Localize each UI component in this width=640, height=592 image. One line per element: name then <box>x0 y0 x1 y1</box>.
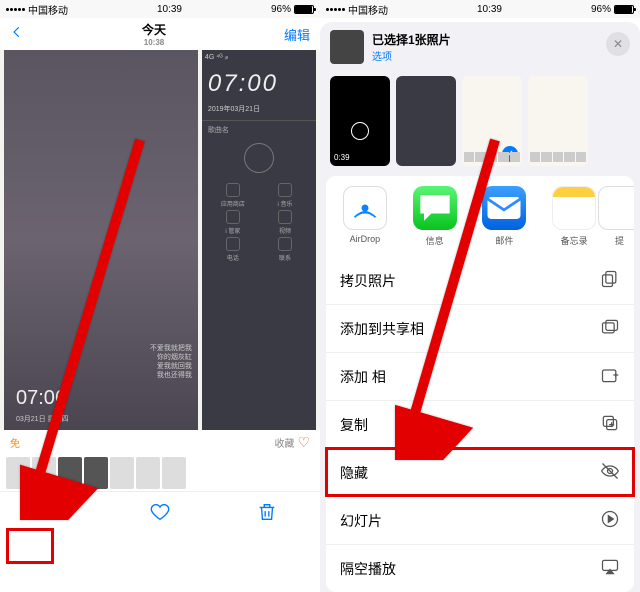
messages-app[interactable]: 信息 <box>400 186 470 247</box>
action-shared-album[interactable]: 添加到共享相 <box>326 304 634 352</box>
collect-button[interactable]: 收藏♡ <box>274 434 310 451</box>
messages-icon <box>413 186 457 230</box>
record-icon <box>351 122 369 140</box>
thumbnail[interactable] <box>58 457 82 489</box>
preview-video[interactable]: 0:39 <box>330 76 390 166</box>
annotation-highlight-share <box>6 528 54 564</box>
mail-icon <box>482 186 526 230</box>
status-bar: 中国移动 10:39 96% <box>320 0 640 18</box>
sheet-header: 已选择1张照片 选项 ✕ <box>320 22 640 72</box>
favorite-button[interactable] <box>149 501 171 528</box>
thumbnail[interactable] <box>84 457 108 489</box>
preview-photo[interactable] <box>528 76 588 166</box>
thumbnail[interactable] <box>6 457 30 489</box>
nav-title: 今天 10:38 <box>142 21 166 47</box>
phone-left: 中国移动 10:39 96% 今天 10:38 编辑 4G ⁴ᴳ <box>0 0 320 570</box>
action-airplay[interactable]: 隔空播放 <box>326 544 634 592</box>
photo-main: 4G ⁴ᴳ ᵢₗₗ 不爱我就把我 你的烟灰缸 爱我就回我 我也还得我 07:06… <box>4 50 198 430</box>
sheet-options[interactable]: 选项 <box>372 48 451 63</box>
status-time: 10:39 <box>477 4 502 15</box>
battery-icon <box>614 5 634 14</box>
preview-photo[interactable] <box>396 76 456 166</box>
signal-icon <box>6 8 25 11</box>
thumbnail[interactable] <box>162 457 186 489</box>
status-time: 10:39 <box>157 4 182 15</box>
airplay-icon <box>600 557 620 580</box>
signal-icon <box>326 8 345 11</box>
action-slideshow[interactable]: 幻灯片 <box>326 496 634 544</box>
battery-pct: 96% <box>591 4 611 15</box>
sheet-title: 已选择1张照片 <box>372 31 451 48</box>
back-button[interactable] <box>10 25 24 44</box>
delete-button[interactable] <box>256 501 278 528</box>
share-sheet: 已选择1张照片 选项 ✕ 0:39 ✓ <box>320 22 640 592</box>
more-icon <box>598 186 634 230</box>
heart-icon: ♡ <box>297 434 310 451</box>
action-copy-photo[interactable]: 拷贝照片 <box>326 257 634 304</box>
app-row: AirDrop 信息 邮件 备忘录 提 <box>326 176 634 257</box>
more-app[interactable]: 提 <box>609 186 630 247</box>
sheet-thumbnail <box>330 30 364 64</box>
mail-app[interactable]: 邮件 <box>470 186 540 247</box>
airdrop-app[interactable]: AirDrop <box>330 186 400 247</box>
add-album-icon <box>600 365 620 388</box>
free-badge: 免 <box>10 435 20 450</box>
shared-album-icon <box>600 317 620 340</box>
preview-photo-selected[interactable]: ✓ <box>462 76 522 166</box>
label-row: 免 收藏♡ <box>0 430 320 455</box>
action-list: 拷贝照片 添加到共享相 添加 相 复制 隐藏 <box>326 257 634 592</box>
lock-clock: 07:06 <box>10 383 75 414</box>
photo-viewer[interactable]: 4G ⁴ᴳ ᵢₗₗ 不爱我就把我 你的烟灰缸 爱我就回我 我也还得我 07:06… <box>0 50 320 430</box>
nav-bar: 今天 10:38 编辑 <box>0 18 320 50</box>
duplicate-icon <box>600 413 620 436</box>
phone-right: 中国移动 10:39 96% 已选择1张照片 选项 ✕ <box>320 0 640 570</box>
preview-strip[interactable]: 0:39 ✓ <box>320 72 640 176</box>
status-bar: 中国移动 10:39 96% <box>0 0 320 18</box>
thumbnail[interactable] <box>32 457 56 489</box>
airdrop-icon <box>343 186 387 230</box>
play-icon <box>600 509 620 532</box>
notes-icon <box>552 186 596 230</box>
carrier-label: 中国移动 <box>348 2 388 17</box>
battery-icon <box>294 5 314 14</box>
poem-text: 不爱我就把我 你的烟灰缸 爱我就回我 我也还得我 <box>150 344 192 380</box>
battery-pct: 96% <box>271 4 291 15</box>
copy-photo-icon <box>600 269 620 292</box>
thumbnail[interactable] <box>136 457 160 489</box>
thumbnail-strip[interactable] <box>0 455 320 491</box>
carrier-label: 中国移动 <box>28 2 68 17</box>
action-add-album[interactable]: 添加 相 <box>326 352 634 400</box>
photo-side: 4G ⁴ᴳ ᵢₗₗ 07:00 2019年03月21日 歌曲名 应用商店 i 音… <box>202 50 316 430</box>
share-button[interactable] <box>42 501 64 528</box>
close-button[interactable]: ✕ <box>606 32 630 56</box>
edit-button[interactable]: 编辑 <box>284 25 310 44</box>
hide-icon <box>600 461 620 484</box>
action-hide[interactable]: 隐藏 <box>326 448 634 496</box>
thumbnail[interactable] <box>110 457 134 489</box>
action-copy[interactable]: 复制 <box>326 400 634 448</box>
